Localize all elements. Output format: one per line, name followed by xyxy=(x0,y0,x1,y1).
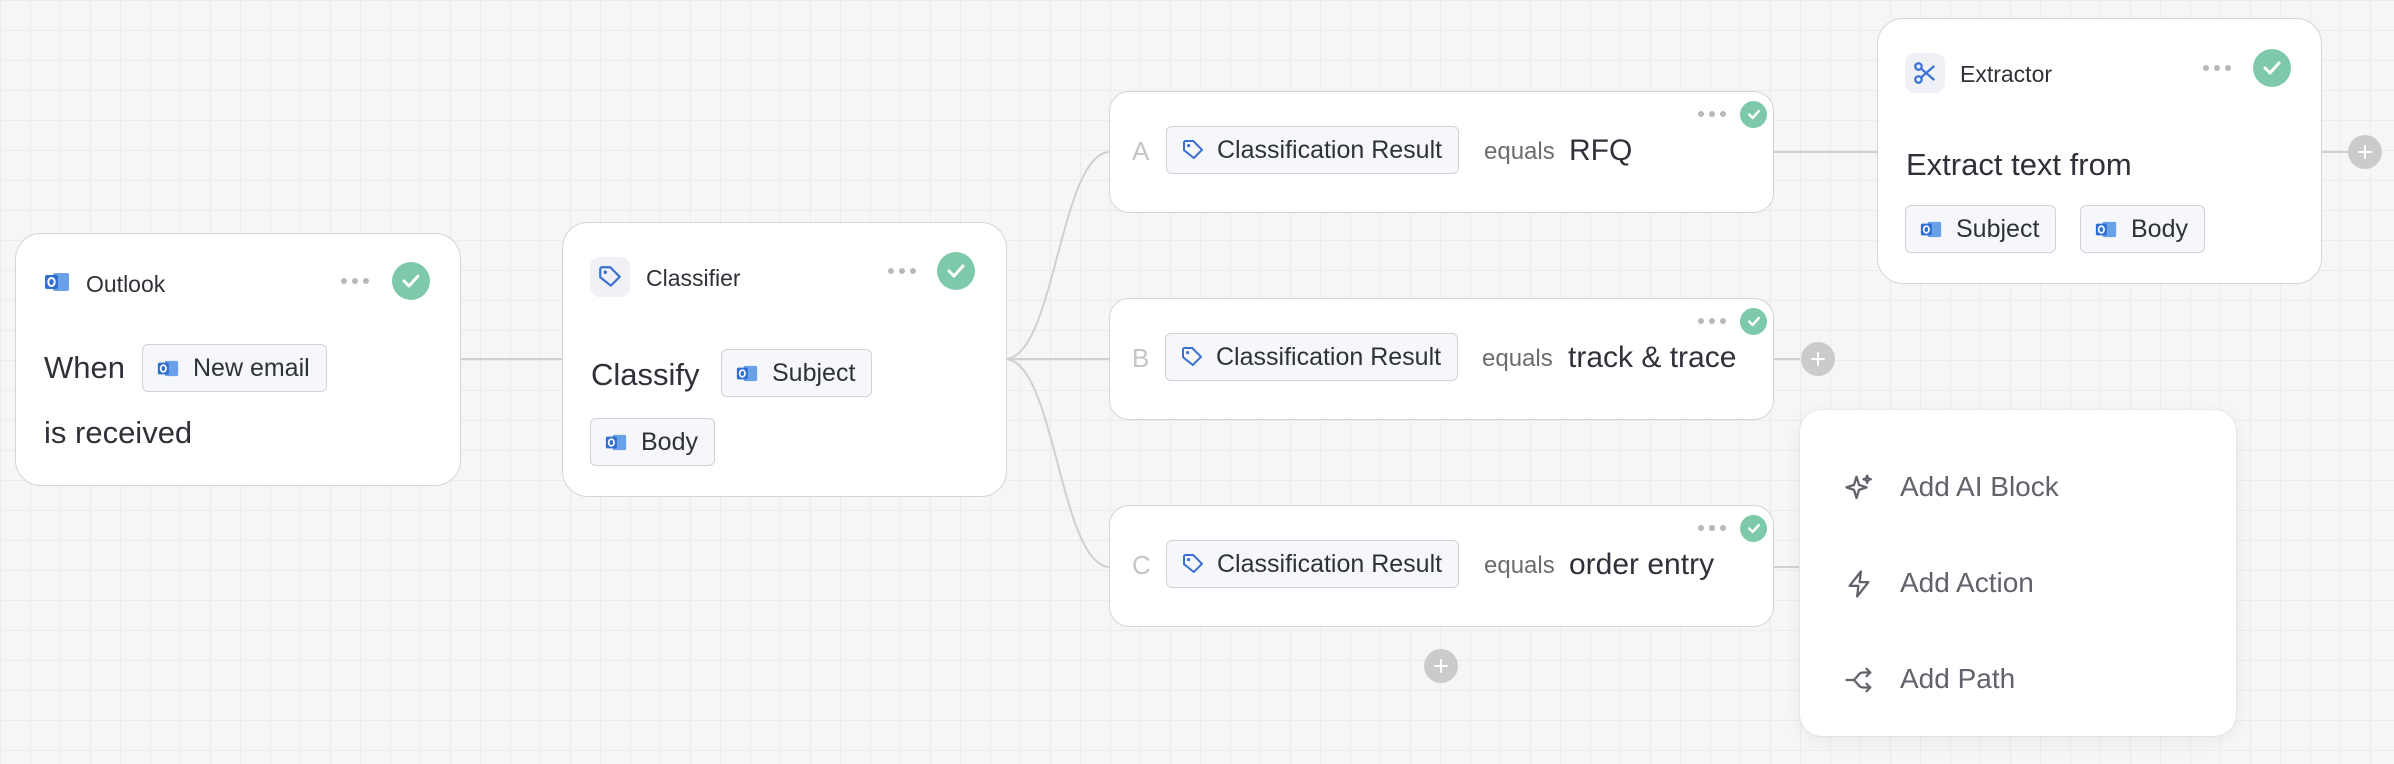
node-title: Extractor xyxy=(1960,61,2053,87)
status-check-icon xyxy=(392,262,430,300)
add-path-button[interactable] xyxy=(1424,649,1458,683)
add-action-item[interactable]: Add Action xyxy=(1800,543,2236,623)
body-input-chip[interactable]: Body xyxy=(590,418,715,466)
tag-icon xyxy=(599,266,621,287)
outlook-trigger-node[interactable]: Outlook When New email is received xyxy=(15,233,461,486)
path-node-c[interactable]: C Classification Result equals order ent… xyxy=(1109,505,1774,627)
status-check-icon xyxy=(1740,515,1767,542)
tag-icon xyxy=(1182,347,1202,366)
subject-input-chip[interactable]: Subject xyxy=(1905,205,2057,253)
status-check-icon xyxy=(1740,101,1767,128)
node-menu-button[interactable] xyxy=(888,268,916,274)
classifier-node[interactable]: Classifier Classify Subject Body xyxy=(562,222,1007,497)
plus-icon xyxy=(2358,145,2372,159)
outlook-icon xyxy=(605,434,627,450)
operator-label: equals xyxy=(1482,345,1553,372)
add-block-menu: Add AI Block Add Action Add Path xyxy=(1800,410,2236,736)
status-check-icon xyxy=(1740,308,1767,335)
path-node-a[interactable]: A Classification Result equals RFQ xyxy=(1109,91,1774,213)
node-menu-button[interactable] xyxy=(2203,65,2231,71)
status-check-icon xyxy=(2253,49,2291,87)
plus-icon xyxy=(1434,659,1448,673)
chip-label: Subject xyxy=(1956,214,2040,243)
tag-icon xyxy=(1183,140,1203,159)
chip-label: Classification Result xyxy=(1217,135,1443,164)
extractor-icon-tile xyxy=(1905,53,1945,93)
new-email-chip[interactable]: New email xyxy=(142,344,327,392)
add-step-button[interactable] xyxy=(2348,135,2382,169)
classification-result-chip[interactable]: Classification Result xyxy=(1166,126,1460,174)
outlook-icon xyxy=(45,273,69,291)
scissors-icon xyxy=(1914,62,1935,84)
extractor-node[interactable]: Extractor Extract text from Subject Body xyxy=(1877,18,2322,284)
extract-text: Extract text from xyxy=(1906,147,2132,182)
outlook-icon xyxy=(1920,221,1942,237)
classifier-icon-tile xyxy=(590,257,630,297)
path-letter: A xyxy=(1132,136,1150,166)
path-node-b[interactable]: B Classification Result equals track & t… xyxy=(1109,298,1774,420)
classify-text: Classify xyxy=(591,357,700,392)
node-menu-button[interactable] xyxy=(1698,318,1726,324)
node-menu-button[interactable] xyxy=(1698,111,1726,117)
chip-label: Subject xyxy=(772,358,856,387)
node-title: Classifier xyxy=(646,265,741,291)
split-path-icon xyxy=(1845,667,1872,693)
outlook-icon xyxy=(2095,221,2117,237)
condition-value[interactable]: order entry xyxy=(1569,548,1714,582)
chip-label: New email xyxy=(193,353,310,382)
plus-icon xyxy=(1811,352,1825,366)
subject-input-chip[interactable]: Subject xyxy=(721,349,873,397)
trigger-text-after: is received xyxy=(44,415,193,450)
outlook-icon xyxy=(736,365,758,381)
node-menu-button[interactable] xyxy=(341,278,369,284)
status-check-icon xyxy=(937,252,975,290)
lightning-icon xyxy=(1848,570,1870,598)
operator-label: equals xyxy=(1484,138,1555,165)
add-ai-block-item[interactable]: Add AI Block xyxy=(1800,447,2236,527)
path-letter: C xyxy=(1132,550,1151,580)
classification-result-chip[interactable]: Classification Result xyxy=(1165,333,1459,381)
chip-label: Classification Result xyxy=(1217,549,1443,578)
add-path-item[interactable]: Add Path xyxy=(1800,639,2236,719)
menu-item-label: Add Action xyxy=(1900,567,2034,598)
path-letter: B xyxy=(1132,343,1150,373)
add-step-button[interactable] xyxy=(1801,342,1835,376)
trigger-text-before: When xyxy=(44,350,125,385)
tag-icon xyxy=(1183,554,1203,573)
chip-label: Body xyxy=(641,427,698,456)
menu-item-label: Add AI Block xyxy=(1900,471,2059,502)
node-title: Outlook xyxy=(86,271,166,297)
chip-label: Body xyxy=(2131,214,2188,243)
node-menu-button[interactable] xyxy=(1698,525,1726,531)
menu-item-label: Add Path xyxy=(1900,663,2016,694)
operator-label: equals xyxy=(1484,552,1555,579)
condition-value[interactable]: track & trace xyxy=(1568,341,1736,375)
condition-value[interactable]: RFQ xyxy=(1569,134,1632,168)
sparkle-icon xyxy=(1845,474,1872,500)
classification-result-chip[interactable]: Classification Result xyxy=(1166,540,1460,588)
chip-label: Classification Result xyxy=(1216,342,1442,371)
outlook-icon xyxy=(157,360,179,376)
body-input-chip[interactable]: Body xyxy=(2080,205,2205,253)
